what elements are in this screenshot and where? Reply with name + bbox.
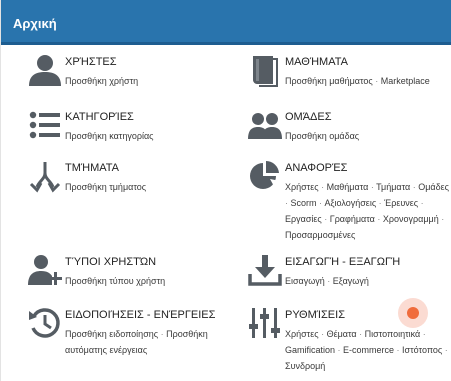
tile-title[interactable]: ΚΑΤΗΓΟΡΊΕΣ (65, 111, 134, 123)
settings-certificates-link[interactable]: Πιστοποιητικά (365, 329, 421, 339)
tile-users[interactable]: ΧΡΉΣΤΕΣ Προσθήκη χρήστη (28, 53, 228, 93)
add-course-link[interactable]: Προσθήκη μαθήματος (285, 76, 373, 86)
tile-title[interactable]: ΤΎΠΟΙ ΧΡΗΣΤΏΝ (65, 256, 156, 268)
download-tray-icon (248, 253, 282, 287)
tile-title[interactable]: ΕΙΣΑΓΩΓΉ - ΕΞΑΓΩΓΉ (285, 256, 400, 268)
sliders-icon (248, 306, 282, 340)
reports-tests-link[interactable]: Αξιολογήσεις (325, 198, 377, 208)
reports-branches-link[interactable]: Τμήματα (376, 182, 410, 192)
add-branch-link[interactable]: Προσθήκη τμήματος (65, 182, 146, 192)
settings-themes-link[interactable]: Θέματα (327, 329, 357, 339)
reports-courses-link[interactable]: Μαθήματα (327, 182, 369, 192)
add-notification-link[interactable]: Προσθήκη ειδοποίησης (65, 329, 158, 339)
reports-custom-link[interactable]: Προσαρμοσμένες (285, 230, 355, 240)
tile-title[interactable]: ΟΜΆΔΕΣ (285, 111, 332, 123)
add-user-link[interactable]: Προσθήκη χρήστη (65, 76, 138, 86)
reports-scorm-link[interactable]: Scorm (291, 198, 317, 208)
tile-branches[interactable]: ΤΜΉΜΑΤΑ Προσθήκη τμήματος (28, 159, 228, 199)
book-icon (248, 53, 282, 87)
tile-title[interactable]: ΤΜΉΜΑΤΑ (65, 162, 119, 174)
tile-reports[interactable]: ΑΝΑΦΟΡΈΣ Χρήστες · Μαθήματα · Τμήματα · … (248, 159, 451, 240)
pie-chart-icon (248, 159, 282, 193)
import-link[interactable]: Εισαγωγή (285, 276, 325, 286)
settings-domain-link[interactable]: Ιστότοπος (402, 345, 442, 355)
settings-subscription-link[interactable]: Συνδρομή (285, 361, 325, 371)
notification-dot-icon[interactable] (398, 298, 428, 328)
user-icon (28, 53, 62, 87)
add-category-link[interactable]: Προσθήκη κατηγορίας (65, 131, 154, 141)
history-icon (28, 306, 62, 340)
tile-groups[interactable]: ΟΜΆΔΕΣ Προσθήκη ομάδας (248, 108, 451, 148)
add-group-link[interactable]: Προσθήκη ομάδας (285, 131, 359, 141)
tile-categories[interactable]: ΚΑΤΗΓΟΡΊΕΣ Προσθήκη κατηγορίας (28, 108, 228, 148)
reports-surveys-link[interactable]: Έρευνες (384, 198, 418, 208)
reports-groups-link[interactable]: Ομάδες (418, 182, 449, 192)
tile-notifications[interactable]: ΕΙΔΟΠΟΙΉΣΕΙΣ - ΕΝΈΡΓΕΙΕΣ Προσθήκη ειδοπο… (28, 306, 228, 356)
tile-title[interactable]: ΑΝΑΦΟΡΈΣ (285, 162, 347, 174)
tile-title[interactable]: ΕΙΔΟΠΟΙΉΣΕΙΣ - ΕΝΈΡΓΕΙΕΣ (65, 309, 215, 321)
tile-title[interactable]: ΜΑΘΉΜΑΤΑ (285, 56, 348, 68)
panel-header: Αρχική (1, 0, 451, 45)
add-user-type-link[interactable]: Προσθήκη τύπου χρήστη (65, 276, 165, 286)
branch-icon (28, 159, 62, 193)
admin-home-panel: Αρχική ΧΡΉΣΤΕΣ Προσθήκη χρήστη ΜΑΘΉΜΑΤΑ … (0, 0, 451, 381)
reports-assignments-link[interactable]: Εργασίες (285, 214, 322, 224)
user-plus-icon (28, 253, 62, 287)
export-link[interactable]: Εξαγωγή (333, 276, 369, 286)
reports-timeline-link[interactable]: Χρονογραμμή (383, 214, 439, 224)
marketplace-link[interactable]: Marketplace (381, 76, 430, 86)
settings-gamification-link[interactable]: Gamification (285, 345, 335, 355)
settings-users-link[interactable]: Χρήστες (285, 329, 319, 339)
tile-import-export[interactable]: ΕΙΣΑΓΩΓΉ - ΕΞΑΓΩΓΉ Εισαγωγή · Εξαγωγή (248, 253, 451, 293)
settings-ecommerce-link[interactable]: E-commerce (343, 345, 394, 355)
tile-courses[interactable]: ΜΑΘΉΜΑΤΑ Προσθήκη μαθήματος · Marketplac… (248, 53, 451, 93)
tile-user-types[interactable]: ΤΎΠΟΙ ΧΡΗΣΤΏΝ Προσθήκη τύπου χρήστη (28, 253, 228, 293)
group-icon (248, 108, 282, 142)
panel-title: Αρχική (13, 16, 57, 31)
reports-users-link[interactable]: Χρήστες (285, 182, 319, 192)
reports-charts-link[interactable]: Γραφήματα (330, 214, 375, 224)
tile-title[interactable]: ΡΥΘΜΊΣΕΙΣ (285, 309, 345, 321)
tile-title[interactable]: ΧΡΉΣΤΕΣ (65, 56, 117, 68)
list-icon (28, 108, 62, 142)
